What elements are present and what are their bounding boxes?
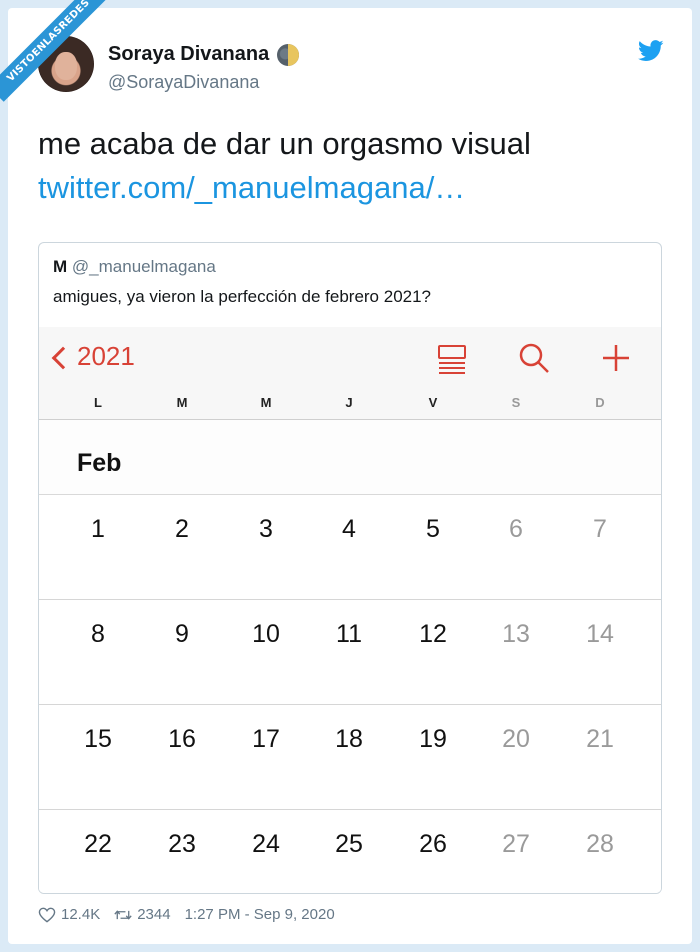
calendar-day[interactable]: 12: [391, 620, 475, 649]
calendar-day[interactable]: 4: [307, 515, 391, 544]
calendar-day[interactable]: 27: [474, 830, 558, 859]
list-view-icon[interactable]: [435, 341, 469, 375]
calendar-day[interactable]: 15: [56, 725, 140, 754]
quoted-text: amigues, ya vieron la perfección de febr…: [53, 287, 432, 306]
calendar-day[interactable]: 21: [558, 725, 642, 754]
calendar-day[interactable]: 28: [558, 830, 642, 859]
quoted-author-initial: M: [53, 257, 68, 276]
calendar-day[interactable]: 7: [558, 515, 642, 544]
tweet-link[interactable]: twitter.com/_manuelmagana/…: [38, 170, 465, 206]
weekday-label: M: [176, 395, 188, 410]
twitter-bird-icon[interactable]: [638, 40, 664, 62]
calendar-week: 15 16 17 18 19 20 21: [39, 705, 661, 810]
likes-count: 12.4K: [61, 906, 101, 923]
calendar-day[interactable]: 17: [224, 725, 308, 754]
calendar-toolbar: 2021 L M M J V S D: [39, 327, 661, 420]
calendar-day[interactable]: 13: [474, 620, 558, 649]
calendar-day[interactable]: 22: [56, 830, 140, 859]
calendar-day[interactable]: 10: [224, 620, 308, 649]
weekday-label: V: [428, 395, 438, 410]
calendar-image: 2021 L M M J V S D Feb 1 2 3 4 5 6 7 8 9…: [39, 327, 661, 893]
back-label: 2021: [77, 341, 135, 371]
weekday-label: L: [94, 395, 102, 410]
weekday-label: J: [345, 395, 353, 410]
weekday-label: D: [595, 395, 605, 410]
author-handle[interactable]: @SorayaDivanana: [108, 72, 259, 93]
month-title: Feb: [77, 449, 122, 477]
calendar-day[interactable]: 2: [140, 515, 224, 544]
quoted-author: M @_manuelmagana: [53, 257, 216, 277]
tweet-card: VISTOENLASREDES Soraya Divanana @SorayaD…: [0, 0, 692, 944]
calendar-day[interactable]: 26: [391, 830, 475, 859]
calendar-day[interactable]: 9: [140, 620, 224, 649]
search-icon[interactable]: [517, 341, 551, 375]
calendar-week: 22 23 24 25 26 27 28: [39, 810, 661, 893]
calendar-day[interactable]: 14: [558, 620, 642, 649]
chevron-left-icon: [51, 346, 75, 369]
calendar-day[interactable]: 16: [140, 725, 224, 754]
quoted-tweet[interactable]: M @_manuelmagana amigues, ya vieron la p…: [38, 242, 662, 894]
author-name[interactable]: Soraya Divanana: [108, 43, 269, 66]
retweets-count: 2344: [137, 906, 171, 923]
retweet-icon[interactable]: [114, 907, 132, 923]
tweet-footer: 12.4K 2344 1:27 PM - Sep 9, 2020: [38, 906, 335, 923]
calendar-day[interactable]: 3: [224, 515, 308, 544]
author-name-row: Soraya Divanana: [108, 43, 300, 66]
add-icon[interactable]: [599, 341, 633, 375]
moon-emoji-icon: [277, 43, 300, 66]
calendar-day[interactable]: 25: [307, 830, 391, 859]
calendar-day[interactable]: 18: [307, 725, 391, 754]
calendar-day[interactable]: 20: [474, 725, 558, 754]
heart-icon[interactable]: [38, 907, 56, 923]
calendar-day[interactable]: 8: [56, 620, 140, 649]
calendar-day[interactable]: 1: [56, 515, 140, 544]
calendar-week: 1 2 3 4 5 6 7: [39, 495, 661, 600]
calendar-day[interactable]: 24: [224, 830, 308, 859]
timestamp[interactable]: 1:27 PM - Sep 9, 2020: [185, 906, 335, 923]
calendar-week: 8 9 10 11 12 13 14: [39, 600, 661, 705]
weekday-label: M: [260, 395, 272, 410]
calendar-day[interactable]: 5: [391, 515, 475, 544]
calendar-day[interactable]: 6: [474, 515, 558, 544]
weekday-label: S: [511, 395, 521, 410]
month-header: [39, 420, 661, 495]
tweet-text: me acaba de dar un orgasmo visual: [38, 126, 531, 161]
calendar-day[interactable]: 19: [391, 725, 475, 754]
calendar-day[interactable]: 23: [140, 830, 224, 859]
calendar-day[interactable]: 11: [307, 620, 391, 649]
quoted-author-handle: @_manuelmagana: [71, 257, 216, 276]
back-button[interactable]: 2021: [51, 341, 135, 372]
